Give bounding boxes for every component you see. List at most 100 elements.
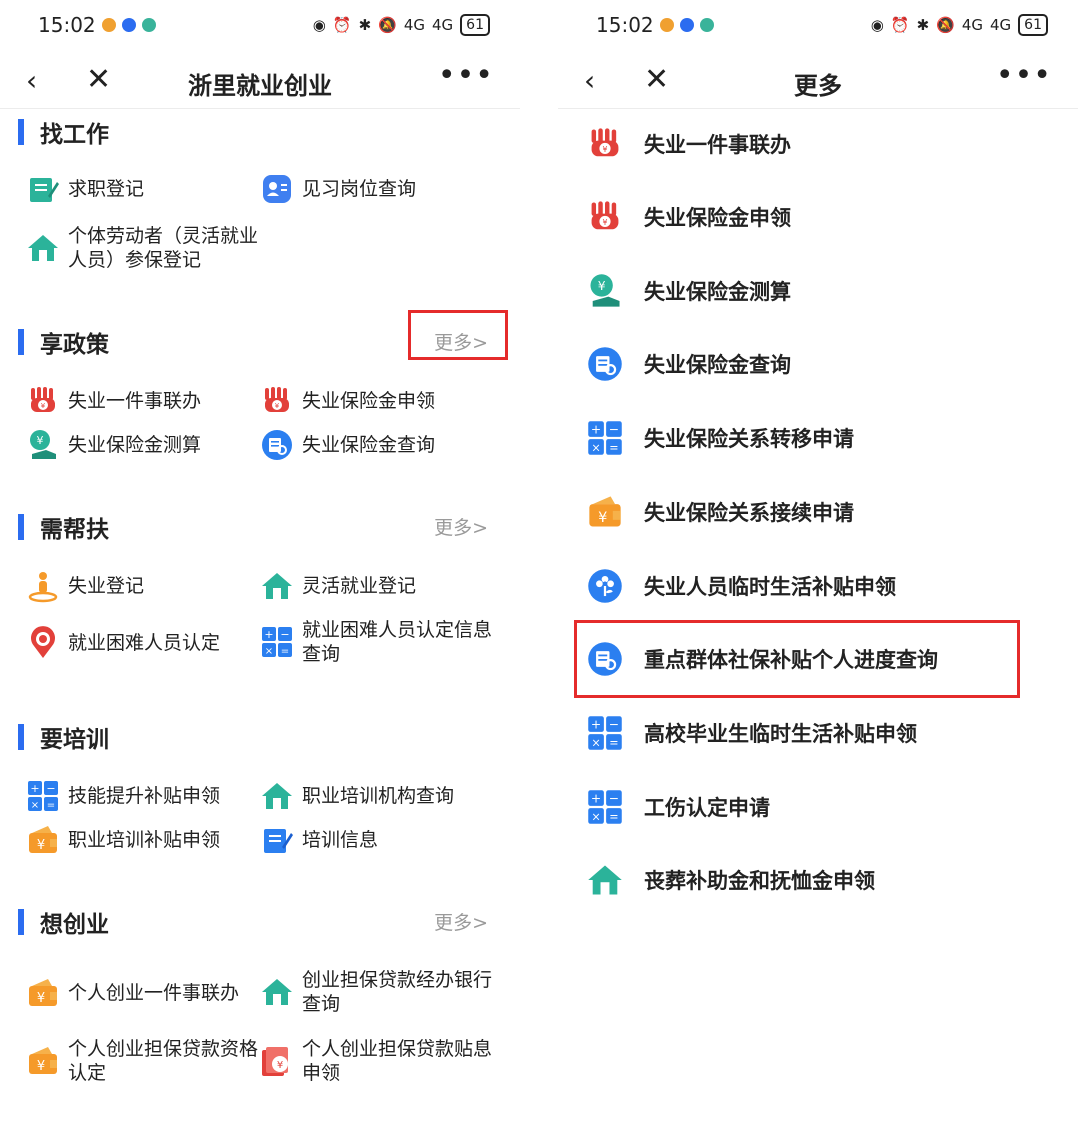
nav-bar: ‹ ✕ 更多 ••• <box>558 58 1078 104</box>
battery-icon: 61 <box>1018 14 1048 36</box>
wallet-icon: ¥ <box>29 826 57 853</box>
svg-text:¥: ¥ <box>598 510 607 526</box>
more-menu-icon[interactable]: ••• <box>438 58 494 93</box>
nav-bar: ‹ ✕ 浙里就业创业 ••• <box>0 58 520 104</box>
more-link[interactable]: 更多> <box>434 908 488 935</box>
section-title: 需帮扶 <box>40 517 109 543</box>
svg-text:−: − <box>609 792 619 806</box>
service-item[interactable]: 求职登记 <box>26 172 258 206</box>
svg-text:=: = <box>609 810 618 823</box>
list-item[interactable]: + − × = 失业保险关系转移申请 <box>586 416 1058 460</box>
svg-text:¥: ¥ <box>41 402 46 410</box>
service-item[interactable]: 创业担保贷款经办银行查询 <box>260 968 492 1016</box>
service-item[interactable]: ¥ 失业保险金测算 <box>26 428 258 462</box>
svg-text:¥: ¥ <box>37 991 45 1006</box>
fist-icon: ¥ <box>591 201 619 230</box>
service-item[interactable]: 失业保险金查询 <box>260 428 492 462</box>
svg-text:+: + <box>591 792 601 806</box>
more-menu-icon[interactable]: ••• <box>996 58 1052 93</box>
notification-icon <box>659 18 674 32</box>
alarm-icon: ⏰ <box>890 16 910 34</box>
house-icon <box>588 865 622 895</box>
section-title: 要培训 <box>40 727 109 753</box>
service-item[interactable]: 培训信息 <box>260 823 492 857</box>
clock: 15:02 <box>596 13 654 37</box>
pen-icon <box>264 829 293 853</box>
calculator-icon: + −× = <box>262 627 292 657</box>
more-link[interactable]: 更多> <box>434 513 488 540</box>
eye-icon: ◉ <box>312 16 326 34</box>
svg-text:×: × <box>591 736 600 749</box>
notification-icon <box>121 18 136 32</box>
battery-icon: 61 <box>460 14 490 36</box>
service-item[interactable]: 灵活就业登记 <box>260 569 492 603</box>
svg-text:¥: ¥ <box>37 838 45 853</box>
fist-icon: ¥ <box>591 128 619 157</box>
service-item[interactable]: 就业困难人员认定 <box>26 626 258 660</box>
service-item[interactable]: ¥ 个人创业一件事联办 <box>26 976 268 1010</box>
service-item[interactable]: + − × = 就业困难人员认定信息查询 <box>260 618 492 666</box>
calculator-icon: + −× = <box>28 781 58 811</box>
svg-text:×: × <box>591 810 600 823</box>
service-item[interactable]: 见习岗位查询 <box>260 172 492 206</box>
home-screen: 15:02 ◉ ⏰ ✱ 🔕 4G 4G 61 ‹ ✕ 浙里就业创业 ••• 找工… <box>0 0 520 1134</box>
svg-text:−: − <box>609 718 619 732</box>
service-item[interactable]: 失业登记 <box>26 569 258 603</box>
section-title: 想创业 <box>40 912 109 938</box>
calculator-icon: + −× = <box>588 790 622 824</box>
service-item[interactable]: ¥ 失业一件事联办 <box>26 384 258 418</box>
service-item[interactable]: + − × = 技能提升补贴申领 <box>26 779 258 813</box>
notification-icon <box>679 18 694 32</box>
section-title: 享政策 <box>40 332 109 358</box>
svg-text:−: − <box>609 423 619 437</box>
svg-text:¥: ¥ <box>277 1060 283 1071</box>
svg-text:×: × <box>265 646 273 657</box>
list-item[interactable]: ¥ 失业保险金测算 <box>586 269 1058 313</box>
section-marker <box>18 329 24 355</box>
svg-text:¥: ¥ <box>603 145 608 154</box>
section-training: 要培训 <box>18 721 502 753</box>
notification-icon <box>699 18 714 32</box>
highlight-box <box>408 310 508 360</box>
service-item[interactable]: 个体劳动者（灵活就业人员）参保登记 <box>26 224 258 272</box>
wallet-icon: ¥ <box>29 979 57 1006</box>
svg-text:=: = <box>609 441 618 454</box>
section-entrepreneurship: 想创业 更多> <box>18 906 502 938</box>
divider <box>0 108 520 109</box>
service-item[interactable]: ¥ 失业保险金申领 <box>260 384 492 418</box>
eye-icon: ◉ <box>870 16 884 34</box>
signal-icon: 4G <box>403 16 425 34</box>
notification-icon <box>101 18 116 32</box>
list-item[interactable]: 失业保险金查询 <box>586 342 1058 386</box>
list-item[interactable]: 失业人员临时生活补贴申领 <box>586 564 1058 608</box>
list-item[interactable]: ¥ 失业保险关系接续申请 <box>586 490 1058 534</box>
list-item[interactable]: ¥ 失业保险金申领 <box>586 195 1058 239</box>
calculator-icon: + −× = <box>588 716 622 750</box>
more-screen: 15:02 ◉ ⏰ ✱ 🔕 4G 4G 61 ‹ ✕ 更多 ••• ¥ 失业一件… <box>558 0 1078 1134</box>
svg-text:¥: ¥ <box>275 402 280 410</box>
alarm-icon: ⏰ <box>332 16 352 34</box>
signal-icon: 4G <box>961 16 983 34</box>
wallet-icon: ¥ <box>589 496 621 527</box>
list-item[interactable]: ¥ 失业一件事联办 <box>586 122 1058 166</box>
service-item[interactable]: ¥ 个人创业担保贷款资格认定 <box>26 1037 258 1085</box>
profile-card-icon <box>263 175 291 203</box>
service-item[interactable]: ¥ 个人创业担保贷款贴息申领 <box>260 1037 492 1085</box>
svg-text:¥: ¥ <box>598 279 606 293</box>
search-doc-icon <box>262 430 292 460</box>
service-item[interactable]: ¥ 职业培训补贴申领 <box>26 823 258 857</box>
fist-icon: ¥ <box>265 387 289 412</box>
list-item[interactable]: + − × = 工伤认定申请 <box>586 785 1058 829</box>
signal-icon: 4G <box>990 16 1012 34</box>
section-marker <box>18 119 24 145</box>
loan-icon: ¥ <box>262 1047 288 1076</box>
svg-text:+: + <box>591 423 601 437</box>
list-item[interactable]: 丧葬补助金和抚恤金申领 <box>586 858 1058 902</box>
list-item[interactable]: + − × = 高校毕业生临时生活补贴申领 <box>586 711 1058 755</box>
svg-text:−: − <box>46 782 55 795</box>
section-marker <box>18 514 24 540</box>
service-item[interactable]: 职业培训机构查询 <box>260 779 492 813</box>
hand-coin-icon: ¥ <box>590 274 620 307</box>
svg-text:×: × <box>31 800 39 811</box>
bluetooth-icon: ✱ <box>358 16 372 34</box>
